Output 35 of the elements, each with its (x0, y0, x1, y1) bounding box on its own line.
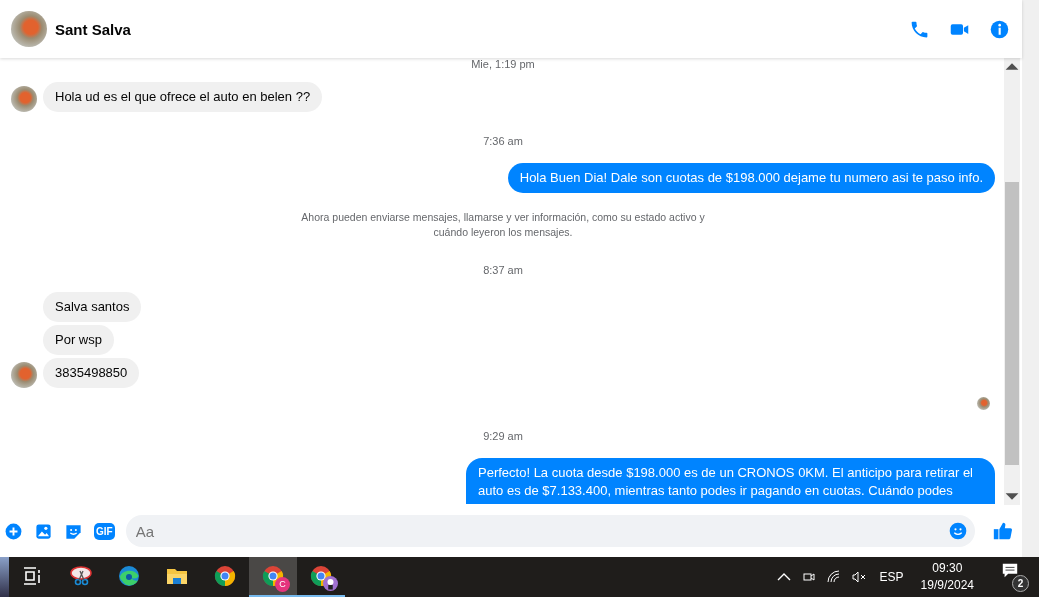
chrome-icon (213, 564, 237, 588)
message-bubble: Perfecto! La cuota desde $198.000 es de un CRONOS 0KM. El anticipo para retirar el auto es de $7.133.400, mientras tanto podes ir pagando en cuotas. Cuándo podes (466, 458, 995, 504)
timestamp: 9:29 am (482, 430, 524, 442)
scissors-icon (69, 564, 93, 588)
clock[interactable]: 09:30 19/9/2024 (920, 560, 974, 594)
emoji-icon[interactable] (948, 521, 968, 541)
contact-name[interactable]: Sant Salva (55, 20, 131, 38)
message-bubble: 3835498850 (43, 358, 140, 388)
profile-badge: C (275, 577, 290, 592)
seen-avatar (977, 397, 990, 410)
plus-icon[interactable] (4, 521, 23, 541)
scrollbar-thumb[interactable] (1005, 182, 1019, 465)
desktop-thumbnail (0, 557, 9, 597)
message-bubble: Hola Buen Dia! Dale son cuotas de $198.000 dejame tu numero asi te paso info. (507, 163, 995, 193)
notification-button[interactable]: 2 (1001, 562, 1029, 592)
scrollbar[interactable] (1004, 58, 1020, 505)
language-indicator[interactable]: ESP (879, 570, 904, 584)
avatar[interactable] (11, 11, 47, 47)
image-icon[interactable] (34, 521, 53, 541)
edge-icon (117, 564, 141, 588)
timestamp: Mie, 1:19 pm (470, 58, 536, 70)
timestamp: 8:37 am (482, 264, 524, 276)
profile-avatar-icon (323, 576, 338, 591)
taskbar-app[interactable]: C (249, 557, 297, 597)
message-input[interactable]: Aa (125, 515, 975, 547)
timestamp: 7:36 am (482, 135, 524, 147)
thumbs-up-icon[interactable] (992, 520, 1014, 542)
message-bubble: Por wsp (43, 325, 114, 355)
message-bubble: Hola ud es el que ofrece el auto en belen ?? (43, 82, 323, 112)
gif-button[interactable]: GIF (94, 522, 115, 540)
wifi-icon[interactable] (825, 569, 842, 585)
info-icon[interactable] (989, 18, 1010, 40)
system-notice: Ahora pueden enviarse mensajes, llamarse y ver información, como su estado activo y cuándo leyeron los mensajes. (300, 210, 706, 240)
muted-speaker-icon[interactable] (850, 569, 867, 585)
message-bubble: Salva santos (43, 292, 142, 322)
